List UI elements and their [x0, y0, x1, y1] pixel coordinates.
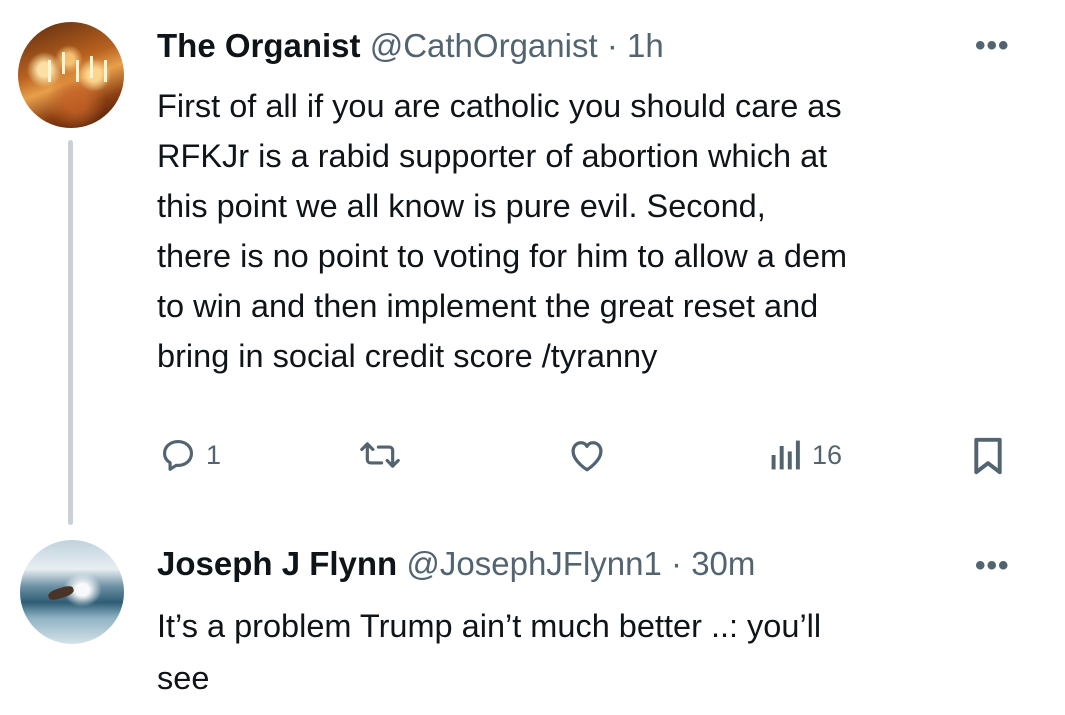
tweet-text: First of all if you are catholic you sho… [157, 81, 847, 381]
tweet-text-line: there is no point to voting for him to a… [157, 238, 848, 274]
thread-connector-line [68, 140, 73, 525]
tweet-text-line: see [157, 660, 210, 696]
header-separator: · [606, 27, 618, 64]
bookmark-button[interactable] [970, 436, 1006, 476]
tweet-text-line: bring in social credit score /tyranny [157, 338, 658, 374]
tweet-text-line: RFKJr is a rabid supporter of abortion w… [157, 138, 828, 174]
avatar[interactable] [20, 540, 124, 644]
avatar[interactable] [18, 22, 124, 128]
tweet-timestamp[interactable]: 30m [691, 545, 755, 582]
bookmark-icon [974, 437, 1002, 475]
tweet-text-line: this point we all know is pure evil. Sec… [157, 188, 766, 224]
more-options-button[interactable]: ••• [975, 31, 1010, 61]
tweet-timestamp[interactable]: 1h [627, 27, 664, 64]
retweet-icon [360, 442, 400, 468]
reply-icon [162, 439, 194, 471]
views-button[interactable]: 16 [768, 437, 842, 473]
views-icon [771, 440, 800, 470]
header-separator: · [671, 545, 683, 582]
reply-count: 1 [206, 439, 222, 470]
views-count: 16 [812, 439, 843, 470]
like-icon [571, 441, 603, 472]
tweet-text-line: First of all if you are catholic you sho… [157, 88, 842, 124]
author-name[interactable]: Joseph J Flynn [157, 545, 397, 582]
reply-button[interactable]: 1 [158, 436, 221, 474]
author-handle[interactable]: @JosephJFlynn1 [406, 545, 661, 582]
tweet-text-line: It’s a problem Trump ain’t much better .… [157, 608, 822, 644]
tweet-header: The Organist @CathOrganist · 1h [157, 26, 664, 66]
author-handle[interactable]: @CathOrganist [370, 27, 598, 64]
tweet-header: Joseph J Flynn @JosephJFlynn1 · 30m [157, 544, 755, 584]
tweet-text: It’s a problem Trump ain’t much better .… [157, 600, 821, 704]
retweet-button[interactable] [358, 436, 410, 474]
more-options-button[interactable]: ••• [975, 551, 1010, 581]
like-button[interactable] [566, 437, 616, 473]
tweet-text-line: to win and then implement the great rese… [157, 288, 819, 324]
author-name[interactable]: The Organist [157, 27, 361, 64]
